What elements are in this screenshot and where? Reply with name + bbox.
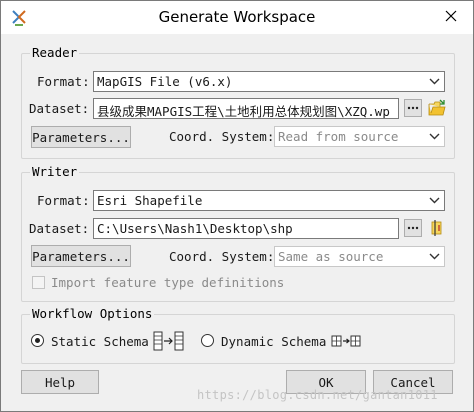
writer-dataset-value: C:\Users\Nash1\Desktop\shp [97,221,293,236]
reader-dataset-value: 县级成果MAPGIS工程\土地利用总体规划图\XZQ.wp [97,104,390,119]
reader-dataset-label: Dataset: [29,101,90,116]
open-folder-icon[interactable] [428,99,446,117]
chevron-down-icon [429,197,440,204]
import-feature-types-checkbox[interactable] [32,276,45,289]
dynamic-schema-radio[interactable] [201,334,214,347]
import-feature-types-label: Import feature type definitions [51,275,285,290]
reader-format-select[interactable]: MapGIS File (v6.x) [93,71,445,92]
writer-format-select[interactable]: Esri Shapefile [93,190,445,211]
writer-dataset-label: Dataset: [29,221,90,236]
writer-dataset-input[interactable]: C:\Users\Nash1\Desktop\shp [93,218,399,239]
ellipsis-icon [407,226,419,230]
reader-dataset-input[interactable]: 县级成果MAPGIS工程\土地利用总体规划图\XZQ.wp [93,98,399,119]
dataset-settings-icon[interactable] [428,219,446,237]
writer-format-value: Esri Shapefile [97,193,203,208]
chevron-down-icon [429,253,440,260]
writer-coord-label: Coord. System: [169,249,275,264]
reader-coord-select[interactable]: Read from source [274,126,445,147]
chevron-down-icon [429,78,440,85]
chevron-down-icon [429,133,440,140]
ellipsis-icon [407,106,419,110]
window-title: Generate Workspace [158,8,316,26]
reader-format-value: MapGIS File (v6.x) [97,74,233,89]
writer-coord-value: Same as source [278,249,384,264]
close-button[interactable] [429,1,473,31]
reader-coord-label: Coord. System: [169,129,275,144]
generate-workspace-dialog: Generate Workspace Reader Format: MapGIS… [0,0,474,412]
watermark-text: https://blog.csdn.net/gantan1011 [197,388,438,402]
static-schema-radio[interactable] [31,334,44,347]
reader-coord-value: Read from source [278,129,399,144]
writer-parameters-button[interactable]: Parameters... [31,245,131,267]
writer-format-label: Format: [37,193,90,208]
dynamic-schema-icon [331,335,361,347]
close-icon [445,10,457,22]
static-schema-label: Static Schema [51,334,149,349]
reader-dataset-browse-button[interactable] [404,99,422,117]
reader-parameters-button[interactable]: Parameters... [31,126,131,148]
title-bar: Generate Workspace [1,1,473,34]
workflow-group-label: Workflow Options [30,306,155,321]
static-schema-icon [153,331,184,351]
dynamic-schema-label: Dynamic Schema [221,334,327,349]
writer-coord-select[interactable]: Same as source [274,246,445,267]
writer-dataset-browse-button[interactable] [404,219,422,237]
reader-group-label: Reader [30,45,80,60]
writer-group-label: Writer [30,164,80,179]
reader-format-label: Format: [37,74,90,89]
help-button[interactable]: Help [21,370,99,394]
